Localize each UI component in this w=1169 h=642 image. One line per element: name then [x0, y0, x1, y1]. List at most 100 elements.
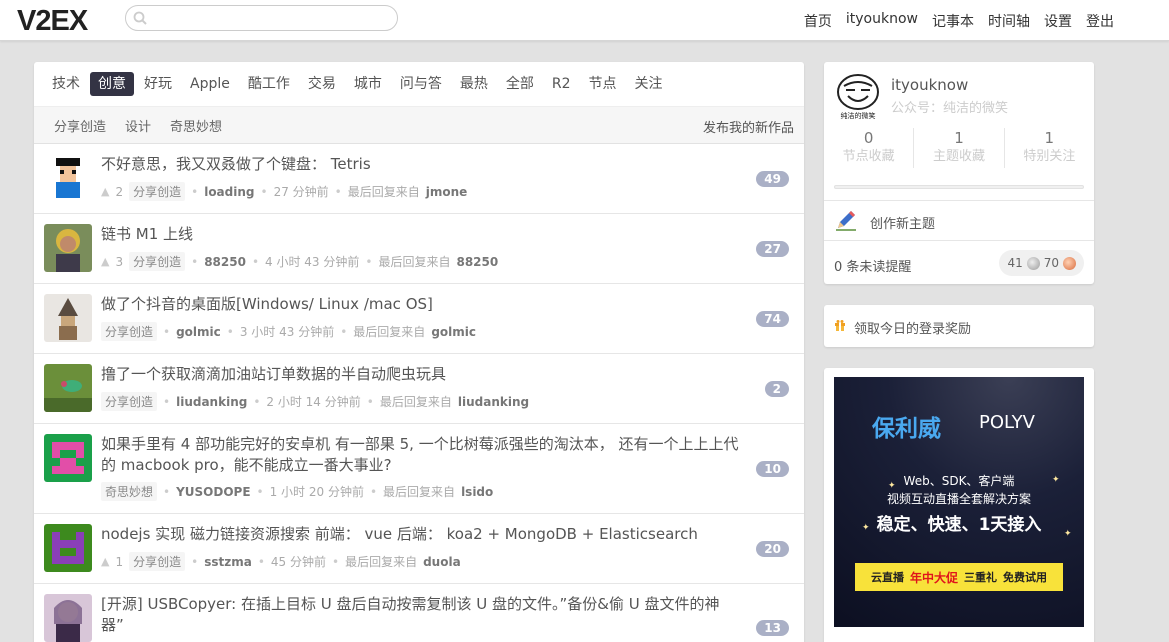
ad-line2: 视频互动直播全套解决方案: [886, 492, 1031, 506]
topic-time: 1 小时 20 分钟前: [269, 485, 364, 499]
topic-title[interactable]: nodejs 实现 磁力链接资源搜索 前端： vue 后端： koa2 + Mo…: [101, 524, 741, 545]
node-tag[interactable]: 分享创造: [129, 552, 186, 571]
stat-topics[interactable]: 1 主题收藏: [914, 128, 1005, 168]
reply-count[interactable]: 2: [764, 380, 789, 397]
topic-meta: 奇思妙想 • YUSODOPE • 1 小时 20 分钟前 • 最后回复来自 l…: [101, 482, 493, 501]
silver-count: 41: [1007, 256, 1023, 270]
nav-notes[interactable]: 记事本: [932, 11, 974, 31]
reply-count[interactable]: 10: [756, 460, 789, 477]
search-box[interactable]: [125, 5, 398, 31]
last-reply-user[interactable]: duola: [423, 555, 461, 569]
node-tag[interactable]: 分享创造: [101, 322, 158, 341]
reply-count[interactable]: 49: [756, 170, 789, 187]
ad-cta[interactable]: 云直播 年中大促 三重礼 免费试用: [855, 563, 1063, 591]
reply-count[interactable]: 74: [756, 310, 789, 327]
tab-apple[interactable]: Apple: [182, 72, 238, 96]
reply-count[interactable]: 13: [756, 620, 789, 636]
avatar[interactable]: [44, 524, 92, 572]
topic-title[interactable]: 如果手里有 4 部功能完好的安卓机 有一部果 5, 一个比树莓派强些的淘汰本， …: [101, 434, 741, 476]
tab-deals[interactable]: 交易: [300, 72, 344, 96]
stat-following[interactable]: 1 特别关注: [1005, 128, 1094, 168]
tab-city[interactable]: 城市: [346, 72, 390, 96]
vote-count: 3: [115, 254, 124, 269]
avatar[interactable]: [44, 224, 92, 272]
last-reply-user[interactable]: liudanking: [458, 395, 529, 409]
vote-count: 2: [115, 184, 124, 199]
subtab-share[interactable]: 分享创造: [54, 116, 106, 135]
reply-count[interactable]: 20: [756, 540, 789, 557]
site-logo[interactable]: V2EX: [17, 5, 88, 38]
tab-qna[interactable]: 问与答: [392, 72, 450, 96]
top-bar: V2EX 首页 ityouknow 记事本 时间轴 设置 登出: [0, 0, 1169, 41]
topic-title[interactable]: [开源] USBCopyer: 在插上目标 U 盘后自动按需复制该 U 盘的文件…: [101, 594, 741, 636]
balance-badge[interactable]: 41 70: [999, 250, 1084, 276]
daily-reward-box[interactable]: 领取今日的登录奖励: [824, 305, 1094, 347]
tab-fun[interactable]: 好玩: [136, 72, 180, 96]
create-topic-label[interactable]: 创作新主题: [870, 213, 935, 232]
topic-title[interactable]: 撸了一个获取滴滴加油站订单数据的半自动爬虫玩具: [101, 364, 741, 385]
topic-row: [开源] USBCopyer: 在插上目标 U 盘后自动按需复制该 U 盘的文件…: [34, 584, 804, 642]
nav-settings[interactable]: 设置: [1044, 11, 1072, 31]
author-link[interactable]: sstzma: [204, 555, 252, 569]
topic-time: 4 小时 43 分钟前: [265, 255, 360, 269]
node-tag[interactable]: 分享创造: [101, 392, 158, 411]
publish-link[interactable]: 发布我的新作品: [703, 117, 794, 136]
avatar[interactable]: [44, 294, 92, 342]
node-tag[interactable]: 分享创造: [129, 252, 186, 271]
upvote-icon[interactable]: ▲: [101, 185, 109, 198]
tab-all[interactable]: 全部: [498, 72, 542, 96]
notification-count[interactable]: 0 条未读提醒: [834, 256, 911, 275]
avatar[interactable]: [44, 154, 92, 202]
nav-user[interactable]: ityouknow: [846, 11, 918, 31]
nav-home[interactable]: 首页: [804, 11, 832, 31]
topic-time: 2 小时 14 分钟前: [266, 395, 361, 409]
search-input[interactable]: [154, 9, 390, 27]
tab-hot[interactable]: 最热: [452, 72, 496, 96]
author-link[interactable]: 88250: [204, 255, 246, 269]
author-link[interactable]: YUSODOPE: [176, 485, 250, 499]
profile-box: 纯洁的微笑 ityouknow 公众号：纯洁的微笑 0 节点收藏 1 主题收藏 …: [824, 62, 1094, 284]
topic-row: 如果手里有 4 部功能完好的安卓机 有一部果 5, 一个比树莓派强些的淘汰本， …: [34, 424, 804, 514]
upvote-icon[interactable]: ▲: [101, 255, 109, 268]
stat-nodes[interactable]: 0 节点收藏: [824, 128, 915, 168]
tab-creative[interactable]: 创意: [90, 72, 134, 96]
topic-title[interactable]: 不好意思，我又双叒做了个键盘： Tetris: [101, 154, 741, 175]
last-reply-user[interactable]: golmic: [431, 325, 476, 339]
nav-timeline[interactable]: 时间轴: [988, 11, 1030, 31]
bronze-count: 70: [1043, 256, 1059, 270]
last-reply-user[interactable]: lsido: [461, 485, 493, 499]
author-link[interactable]: liudanking: [176, 395, 247, 409]
avatar[interactable]: [44, 364, 92, 412]
avatar[interactable]: [44, 594, 92, 642]
last-reply-label: 最后回复来自: [378, 255, 451, 269]
last-reply-user[interactable]: 88250: [456, 255, 498, 269]
tab-tech[interactable]: 技术: [44, 72, 88, 96]
ad-brand-en: POLYV: [979, 412, 1035, 433]
upvote-icon[interactable]: ▲: [101, 555, 109, 568]
tab-following[interactable]: 关注: [627, 72, 671, 96]
tab-nodes[interactable]: 节点: [581, 72, 625, 96]
avatar[interactable]: [44, 434, 92, 482]
ad-banner[interactable]: ✦ ✦ ✦ ✦ 保利威 POLYV Web、SDK、客户端 视频互动直播全套解决…: [834, 377, 1084, 627]
vote-count: 1: [115, 554, 124, 569]
node-tag[interactable]: 分享创造: [129, 182, 186, 201]
subtab-ideas[interactable]: 奇思妙想: [170, 116, 222, 135]
reply-count[interactable]: 27: [756, 240, 789, 257]
subtab-design[interactable]: 设计: [125, 116, 151, 135]
topic-title[interactable]: 链书 M1 上线: [101, 224, 741, 245]
node-tag[interactable]: 奇思妙想: [101, 482, 158, 501]
last-reply-user[interactable]: jmone: [426, 185, 468, 199]
create-topic-row[interactable]: 创作新主题: [824, 200, 1094, 240]
profile-name[interactable]: ityouknow: [891, 76, 968, 94]
author-link[interactable]: loading: [204, 185, 254, 199]
last-reply-label: 最后回复来自: [383, 485, 456, 499]
topic-meta: 分享创造 • liudanking • 2 小时 14 分钟前 • 最后回复来自…: [101, 392, 529, 411]
author-link[interactable]: golmic: [176, 325, 221, 339]
nav-logout[interactable]: 登出: [1086, 11, 1114, 31]
tab-jobs[interactable]: 酷工作: [240, 72, 298, 96]
topic-meta: ▲ 2 分享创造 • loading • 27 分钟前 • 最后回复来自 jmo…: [101, 182, 467, 201]
tab-r2[interactable]: R2: [544, 72, 579, 96]
profile-avatar[interactable]: 纯洁的微笑: [834, 72, 882, 120]
topic-title[interactable]: 做了个抖音的桌面版[Windows/ Linux /mac OS]: [101, 294, 741, 315]
daily-reward-label[interactable]: 领取今日的登录奖励: [854, 318, 971, 337]
